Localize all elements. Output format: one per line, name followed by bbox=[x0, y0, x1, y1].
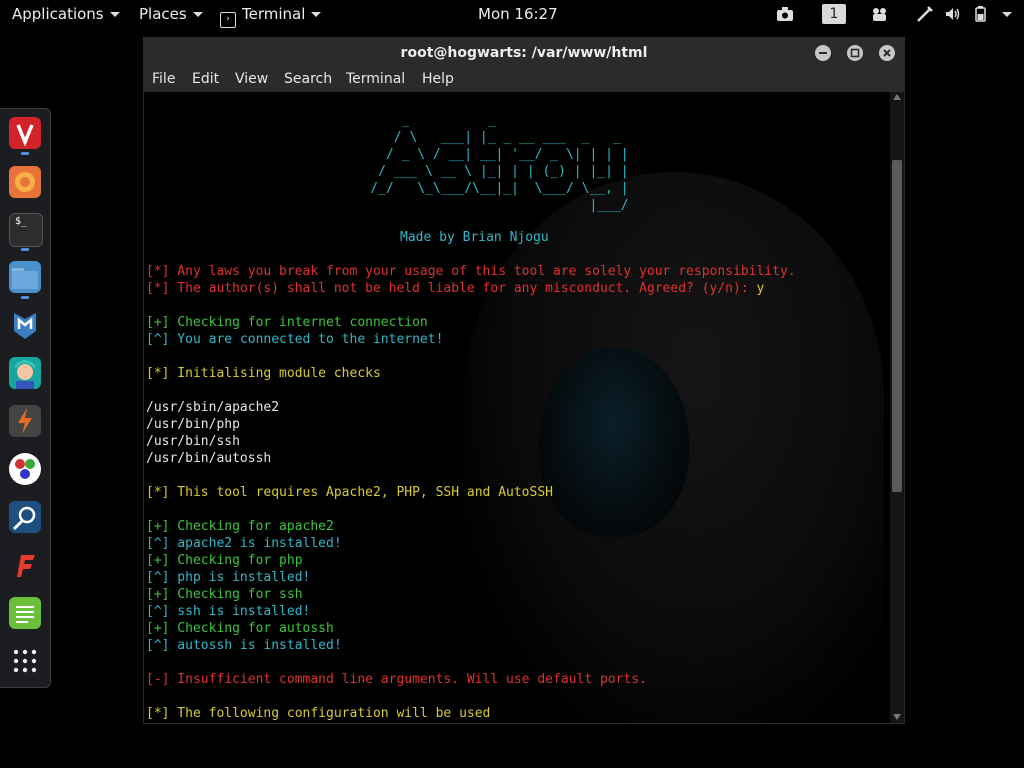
terminal-line: [*] Initialising module checks bbox=[146, 366, 381, 381]
terminal-line: /usr/bin/php bbox=[146, 417, 240, 432]
avatar-app-icon[interactable] bbox=[9, 357, 41, 389]
system-menu-chevron-icon[interactable] bbox=[1002, 12, 1012, 17]
terminal-line: [+] Checking for ssh bbox=[146, 587, 303, 602]
clock[interactable]: Mon 16:27 bbox=[478, 4, 558, 24]
terminal-line: /usr/sbin/apache2 bbox=[146, 400, 280, 415]
terminal-line: [^] autossh is installed! bbox=[146, 638, 342, 653]
terminal-line: [^] php is installed! bbox=[146, 570, 311, 585]
scroll-up-icon[interactable] bbox=[893, 94, 901, 100]
terminal-line: [*] The author(s) shall not be held liab… bbox=[146, 280, 764, 297]
terminal-line: [+] Checking for internet connection bbox=[146, 315, 428, 330]
maximize-button[interactable] bbox=[847, 45, 863, 61]
made-by-line: Made by Brian Njogu bbox=[400, 230, 549, 245]
minimize-button[interactable] bbox=[815, 45, 831, 61]
terminal-line: [*] Any laws you break from your usage o… bbox=[146, 264, 796, 279]
menu-bar: File Edit View Search Terminal Help bbox=[144, 68, 904, 92]
places-menu[interactable]: Places bbox=[139, 4, 203, 24]
files-icon[interactable] bbox=[9, 261, 41, 293]
menu-terminal[interactable]: Terminal bbox=[346, 71, 405, 87]
scrollbar[interactable] bbox=[890, 92, 904, 723]
menu-help[interactable]: Help bbox=[422, 71, 454, 87]
terminal-label: Terminal bbox=[242, 5, 306, 23]
terminal-line: [-] Insufficient command line arguments.… bbox=[146, 672, 647, 687]
terminal-line-text: [*] The author(s) shall not be held liab… bbox=[146, 281, 757, 296]
tools-icon[interactable] bbox=[916, 5, 934, 23]
scroll-down-icon[interactable] bbox=[893, 714, 901, 720]
banner-line: /_/ \_\___/\__|_| \___/ \__, | bbox=[339, 181, 629, 196]
vivaldi-icon[interactable] bbox=[9, 117, 41, 149]
terminal-line: [*] This tool requires Apache2, PHP, SSH… bbox=[146, 485, 553, 500]
chevron-down-icon bbox=[311, 12, 322, 17]
banner-line: / ___ \ __ \ |_| | | (_) | |_| | bbox=[339, 164, 629, 179]
battery-icon[interactable] bbox=[972, 5, 990, 23]
maltego-icon[interactable] bbox=[9, 501, 41, 533]
banner-line: _ _ bbox=[339, 113, 496, 128]
menu-file[interactable]: File bbox=[152, 71, 175, 87]
menu-edit[interactable]: Edit bbox=[192, 71, 219, 87]
running-indicator bbox=[21, 248, 29, 251]
terminal-icon[interactable]: $_ bbox=[9, 213, 43, 247]
terminal-output[interactable]: _ _ / \ ___| |_ _ __ ___ _ _ / _ \ / __|… bbox=[144, 92, 889, 723]
dock: $_ bbox=[0, 108, 51, 688]
close-button[interactable] bbox=[879, 45, 895, 61]
show-apps-icon[interactable] bbox=[9, 645, 41, 677]
running-indicator bbox=[21, 296, 29, 299]
running-indicator bbox=[21, 152, 29, 155]
freeplane-icon[interactable] bbox=[9, 549, 41, 581]
mask-background bbox=[539, 347, 689, 537]
color-app-icon[interactable] bbox=[9, 453, 41, 485]
terminal-line: [+] Checking for apache2 bbox=[146, 519, 334, 534]
terminal-line: [+] Checking for php bbox=[146, 553, 303, 568]
menu-view[interactable]: View bbox=[235, 71, 268, 87]
firefox-icon[interactable] bbox=[9, 166, 41, 198]
terminal-app-menu[interactable]: › Terminal bbox=[220, 4, 322, 28]
terminal-line: /usr/bin/autossh bbox=[146, 451, 272, 466]
terminal-line: [^] ssh is installed! bbox=[146, 604, 311, 619]
volume-icon[interactable] bbox=[944, 5, 962, 23]
user-answer: y bbox=[756, 281, 765, 296]
camera-icon[interactable] bbox=[776, 5, 794, 23]
top-panel: Applications Places › Terminal Mon 16:27 … bbox=[0, 0, 1024, 28]
workspace-indicator[interactable]: 1 bbox=[822, 4, 846, 24]
terminal-window: root@hogwarts: /var/www/html File Edit V… bbox=[143, 37, 905, 724]
video-call-icon[interactable] bbox=[871, 5, 889, 23]
terminal-line: /usr/bin/ssh bbox=[146, 434, 240, 449]
terminal-line: [*] The following configuration will be … bbox=[146, 706, 491, 721]
burpsuite-icon[interactable] bbox=[9, 405, 41, 437]
banner-line: / \ ___| |_ _ __ ___ _ _ bbox=[339, 130, 621, 145]
banner-line: / _ \ / __| __| '__/ _ \| | | | bbox=[339, 147, 629, 162]
banner-line: |___/ bbox=[339, 198, 629, 213]
window-titlebar[interactable]: root@hogwarts: /var/www/html bbox=[144, 38, 904, 68]
places-label: Places bbox=[139, 5, 187, 23]
notes-icon[interactable] bbox=[9, 597, 41, 629]
terminal-line: [+] Checking for autossh bbox=[146, 621, 334, 636]
terminal-icon: › bbox=[220, 12, 236, 28]
chevron-down-icon bbox=[109, 12, 120, 17]
applications-label: Applications bbox=[12, 5, 104, 23]
terminal-line: [^] You are connected to the internet! bbox=[146, 332, 444, 347]
menu-search[interactable]: Search bbox=[284, 71, 332, 87]
chevron-down-icon bbox=[192, 12, 203, 17]
terminal-line: [^] apache2 is installed! bbox=[146, 536, 342, 551]
metasploit-icon[interactable] bbox=[9, 309, 41, 341]
window-title: root@hogwarts: /var/www/html bbox=[400, 45, 648, 61]
applications-menu[interactable]: Applications bbox=[12, 4, 120, 24]
scrollbar-thumb[interactable] bbox=[892, 160, 902, 492]
